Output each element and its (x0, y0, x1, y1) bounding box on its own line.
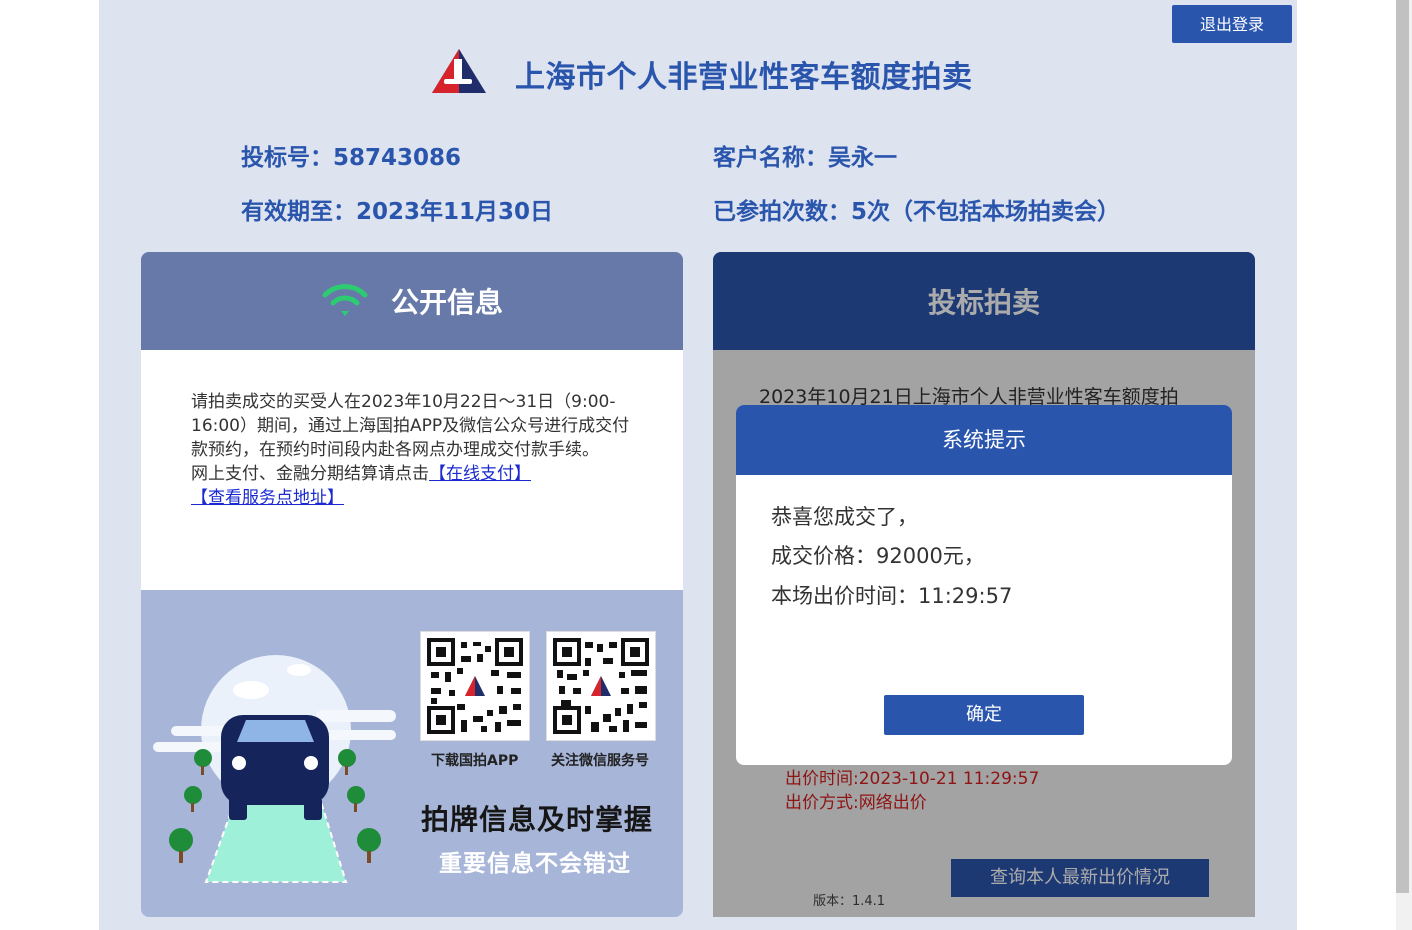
dialog-message-price: 成交价格：92000元， (771, 544, 985, 568)
public-info-panel: 公开信息 请拍卖成交的买受人在2023年10月22日～31日（9:00-16:0… (141, 252, 683, 917)
page-scrollbar[interactable] (1396, 0, 1412, 930)
qr-code-app (420, 631, 530, 741)
public-info-title: 公开信息 (390, 286, 503, 319)
payment-line: 网上支付、金融分期结算请点击【在线支付】 (191, 462, 635, 486)
qr-wechat-label: 关注微信服务号 (551, 753, 649, 769)
confirm-button[interactable]: 确定 (884, 695, 1084, 735)
bid-number: 投标号：58743086 (241, 145, 462, 171)
online-pay-link[interactable]: 【在线支付】 (429, 464, 531, 484)
system-alert-dialog: 系统提示 恭喜您成交了， 成交价格：92000元， 本场出价时间：11:29:5… (736, 405, 1232, 765)
qr-code-icon (553, 638, 649, 734)
customer-name: 客户名称：吴永一 (713, 145, 897, 171)
dialog-message-line1: 恭喜您成交了， (771, 505, 918, 529)
qr-code-icon (427, 638, 523, 734)
participation-count: 已参拍次数：5次（不包括本场拍卖会） (713, 199, 1121, 225)
promo-area: 下载国拍APP 关注微信服务号 拍牌信息及时掌握 重要信息不会错过 (141, 590, 683, 917)
slogan-sub: 重要信息不会错过 (439, 851, 631, 877)
qr-app-label: 下载国拍APP (431, 753, 519, 769)
qr-code-wechat (546, 631, 656, 741)
auction-logo-icon (432, 49, 486, 93)
notice-box: 请拍卖成交的买受人在2023年10月22日～31日（9:00-16:00）期间，… (141, 350, 683, 590)
payment-prefix: 网上支付、金融分期结算请点击 (191, 464, 429, 484)
logout-button[interactable]: 退出登录 (1172, 5, 1292, 43)
notice-text: 请拍卖成交的买受人在2023年10月22日～31日（9:00-16:00）期间，… (191, 392, 630, 460)
dialog-title: 系统提示 (736, 405, 1232, 475)
service-point-link[interactable]: 【查看服务点地址】 (191, 488, 344, 508)
scrollbar-thumb[interactable] (1396, 0, 1409, 893)
public-info-header: 公开信息 (141, 252, 683, 350)
dialog-message-time: 本场出价时间：11:29:57 (771, 584, 1013, 608)
page-title: 上海市个人非营业性客车额度拍卖 (515, 60, 973, 95)
car-illustration-icon (153, 655, 396, 883)
wifi-icon (322, 284, 368, 316)
slogan-main: 拍牌信息及时掌握 (421, 803, 654, 836)
valid-until: 有效期至：2023年11月30日 (241, 199, 554, 225)
